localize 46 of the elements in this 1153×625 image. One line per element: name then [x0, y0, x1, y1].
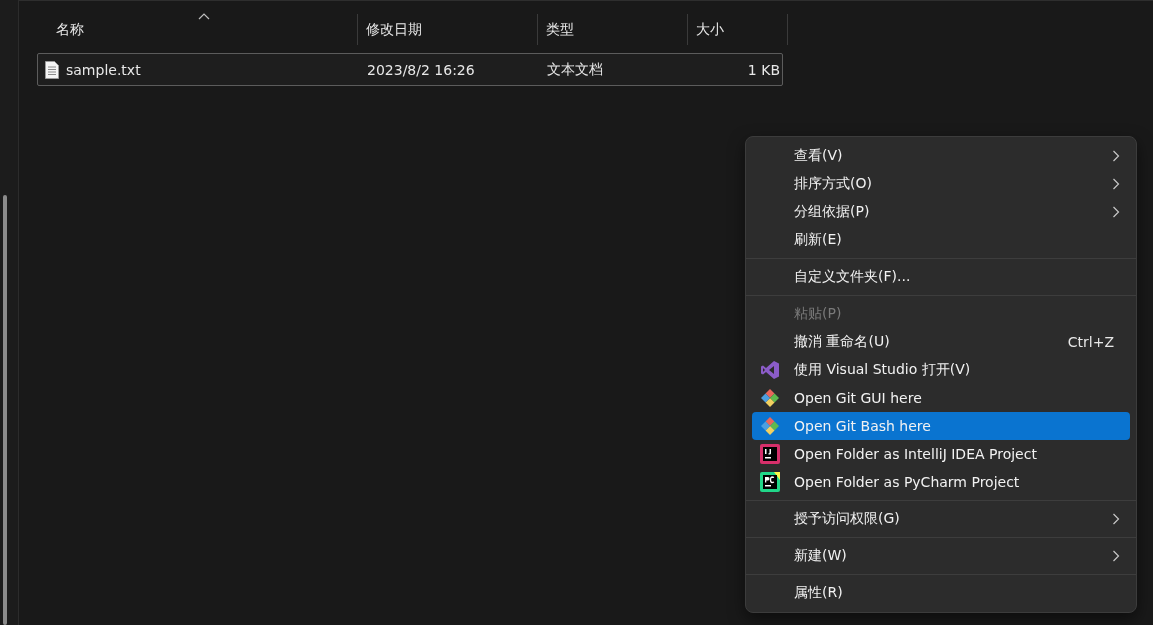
menu-item[interactable]: Open Folder as IntelliJ IDEA Project — [752, 440, 1130, 468]
ribbon-icon — [760, 360, 780, 380]
menu-item[interactable]: Open Git GUI here — [752, 384, 1130, 412]
menu-item-label: Open Folder as IntelliJ IDEA Project — [794, 446, 1038, 462]
ij-logo-icon — [760, 444, 780, 464]
menu-item-label: Open Git Bash here — [794, 418, 932, 434]
column-header[interactable]: 类型 — [546, 20, 574, 39]
menu-item-label: 排序方式(O) — [794, 175, 873, 193]
file-name: sample.txt — [66, 61, 141, 78]
menu-item[interactable]: 排序方式(O) — [752, 170, 1130, 198]
menu-item[interactable]: 属性(R) — [752, 579, 1130, 607]
menu-item[interactable]: 新建(W) — [752, 542, 1130, 570]
menu-item-label: 使用 Visual Studio 打开(V) — [794, 361, 972, 379]
menu-item-label: 授予访问权限(G) — [794, 510, 901, 528]
menu-item-label: 刷新(E) — [794, 231, 843, 249]
menu-item-label: 属性(R) — [794, 584, 844, 602]
menu-item-label: Open Git GUI here — [794, 390, 923, 406]
menu-item[interactable]: 自定义文件夹(F)... — [752, 263, 1130, 291]
menu-item-label: 查看(V) — [794, 147, 844, 165]
menu-item-label: 粘贴(P) — [794, 305, 843, 323]
modified-date: 2023/8/2 16:26 — [366, 60, 476, 80]
pc-logo-icon — [760, 472, 780, 492]
menu-item[interactable]: 使用 Visual Studio 打开(V) — [752, 356, 1130, 384]
file-type: 文本文档 — [546, 59, 604, 79]
menu-item[interactable]: Open Folder as PyCharm Project — [752, 468, 1130, 496]
diamond-icon — [760, 388, 780, 408]
diamond-icon — [760, 416, 780, 436]
menu-item[interactable]: Open Git Bash here — [752, 412, 1130, 440]
column-header[interactable]: 名称 — [56, 20, 84, 39]
scrollbar-thumb[interactable] — [3, 195, 7, 625]
menu-item[interactable]: 授予访问权限(G) — [752, 505, 1130, 533]
menu-item[interactable]: 撤消 重命名(U) Ctrl+Z — [752, 328, 1130, 356]
menu-item-label: 撤消 重命名(U) — [794, 333, 891, 351]
file-row[interactable]: sample.txt 2023/8/2 16:26 文本文档 1 KB — [37, 53, 783, 86]
document-icon — [45, 60, 59, 79]
menu-item-label: Open Folder as PyCharm Project — [794, 474, 1021, 490]
menu-item[interactable]: 刷新(E) — [752, 226, 1130, 254]
column-header[interactable]: 大小 — [696, 20, 724, 39]
column-header[interactable]: 修改日期 — [366, 20, 422, 39]
menu-item-label: 新建(W) — [794, 547, 848, 565]
menu-item[interactable]: 查看(V) — [752, 142, 1130, 170]
menu-item-label: 分组依据(P) — [794, 203, 871, 221]
menu-item-label: 自定义文件夹(F)... — [794, 268, 912, 286]
menu-item[interactable]: 分组依据(P) — [752, 198, 1130, 226]
shortcut-text: Ctrl+Z — [1067, 334, 1114, 350]
file-size: 1 KB — [746, 60, 781, 80]
